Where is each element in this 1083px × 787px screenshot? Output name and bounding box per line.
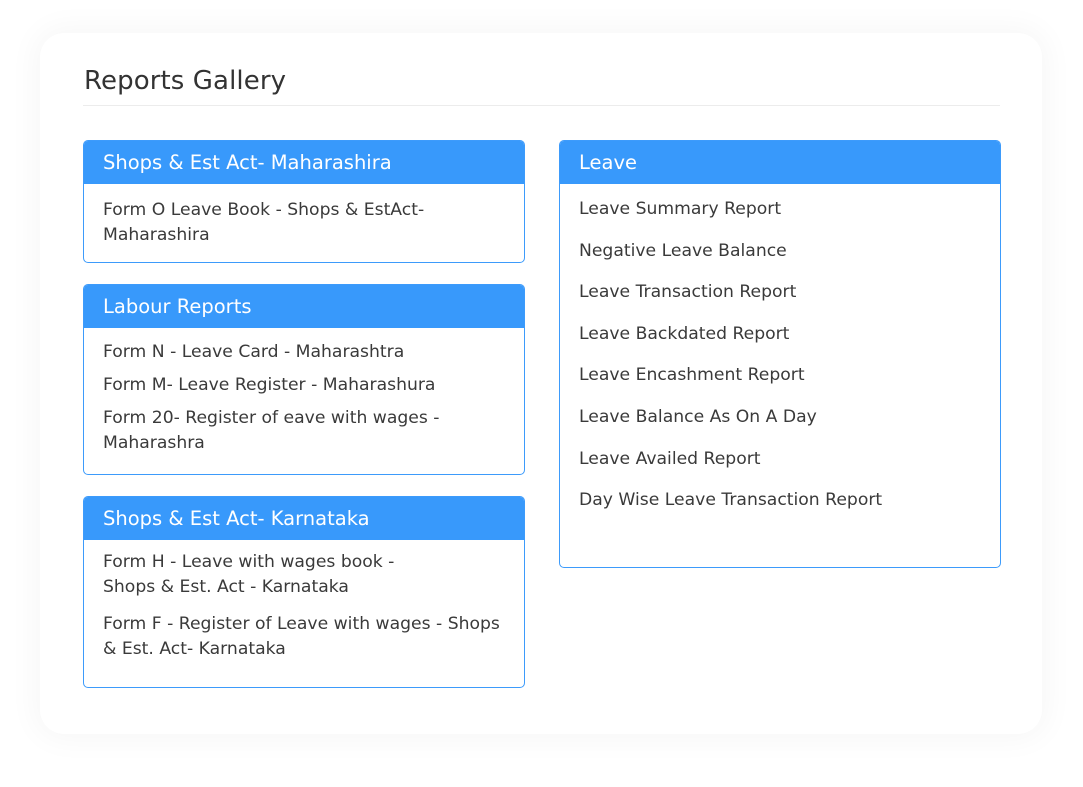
- report-link[interactable]: Leave Encashment Report: [579, 363, 981, 388]
- section-header: Shops & Est Act- Maharashira: [84, 141, 524, 184]
- section-header: Labour Reports: [84, 285, 524, 328]
- report-link[interactable]: Form O Leave Book - Shops & EstAct- Maha…: [103, 198, 433, 248]
- report-link[interactable]: Leave Summary Report: [579, 197, 981, 222]
- section-header: Leave: [560, 141, 1000, 184]
- report-link[interactable]: Form N - Leave Card - Maharashtra: [103, 340, 505, 365]
- title-divider: [83, 105, 1000, 106]
- section-shops-est-act-karnataka: Shops & Est Act- Karnataka Form H - Leav…: [83, 496, 525, 688]
- section-shops-est-act-maharashtra: Shops & Est Act- Maharashira Form O Leav…: [83, 140, 525, 263]
- report-link[interactable]: Leave Availed Report: [579, 447, 981, 472]
- report-link[interactable]: Form H - Leave with wages book - Shops &…: [103, 550, 403, 600]
- section-body: Form N - Leave Card - Maharashtra Form M…: [84, 328, 524, 456]
- report-link[interactable]: Day Wise Leave Transaction Report: [579, 488, 981, 513]
- section-body: Form H - Leave with wages book - Shops &…: [84, 540, 524, 662]
- section-leave: Leave Leave Summary Report Negative Leav…: [559, 140, 1001, 568]
- report-link[interactable]: Leave Balance As On A Day: [579, 405, 981, 430]
- section-body: Form O Leave Book - Shops & EstAct- Maha…: [84, 184, 524, 248]
- report-link[interactable]: Leave Backdated Report: [579, 322, 981, 347]
- report-link[interactable]: Form F - Register of Leave with wages - …: [103, 612, 503, 662]
- section-header: Shops & Est Act- Karnataka: [84, 497, 524, 540]
- report-link[interactable]: Form M- Leave Register - Maharashura: [103, 373, 505, 398]
- report-link[interactable]: Leave Transaction Report: [579, 280, 981, 305]
- report-link[interactable]: Form 20- Register of eave with wages - M…: [103, 406, 448, 456]
- report-link[interactable]: Negative Leave Balance: [579, 239, 981, 264]
- page-title: Reports Gallery: [84, 66, 287, 96]
- section-labour-reports: Labour Reports Form N - Leave Card - Mah…: [83, 284, 525, 475]
- section-body: Leave Summary Report Negative Leave Bala…: [560, 184, 1000, 513]
